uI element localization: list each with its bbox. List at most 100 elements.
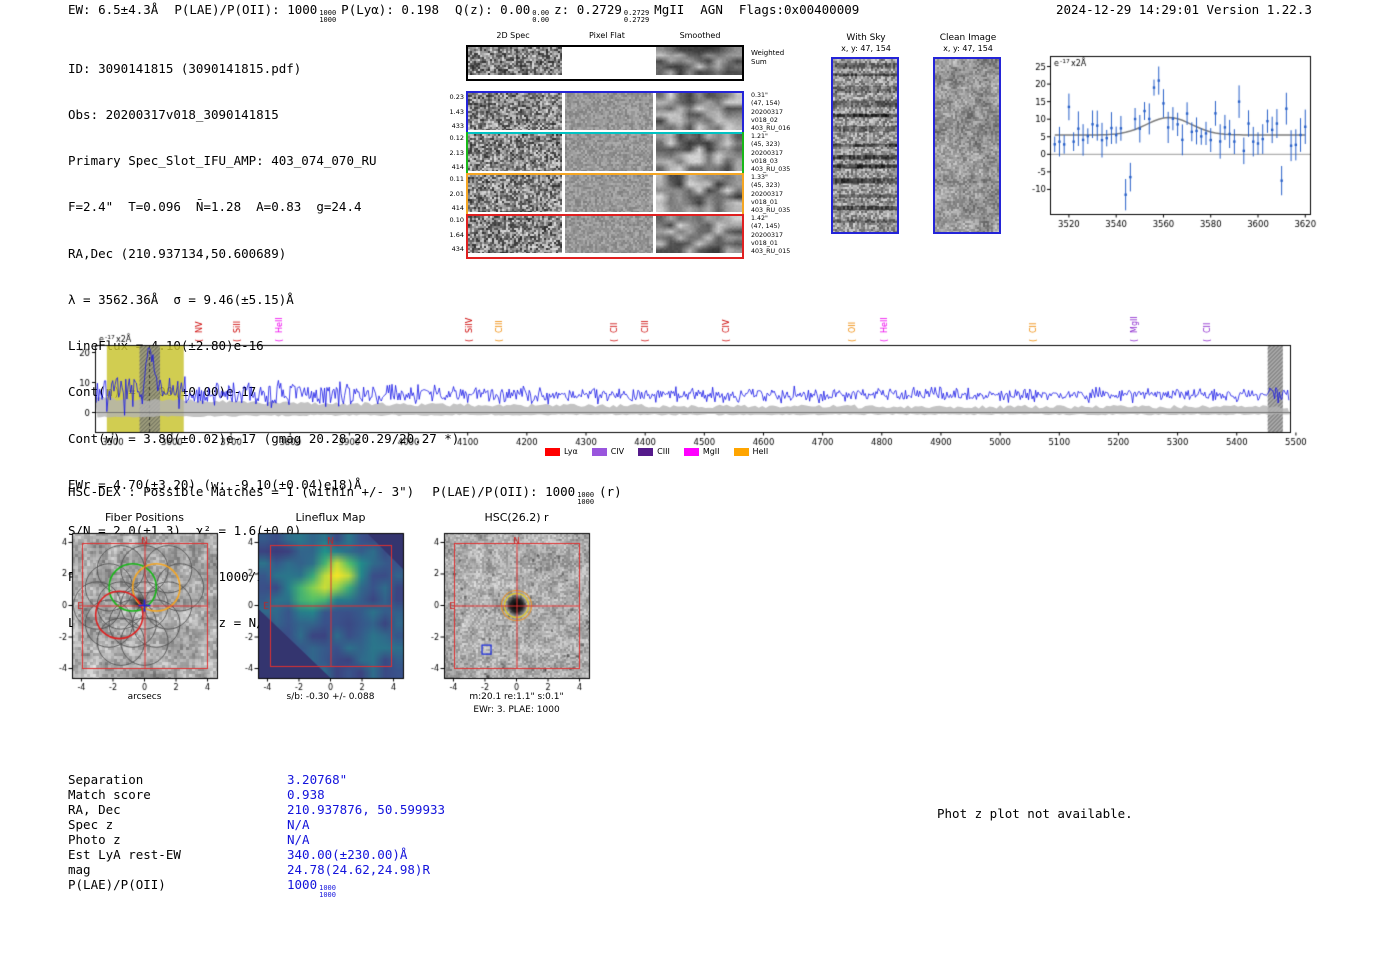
hsc-image-cutout [410,528,600,700]
qz-interval: 0.00 0.00 [532,9,550,24]
fiber-3-annotation: 1.33" (45, 323) 20200317 v018_01 403_RU_035 [751,174,791,215]
line-id-label: MgII [654,2,685,17]
header-line: EW: 6.5±4.3Å P(LAE)/P(OII): 1000 1000 1000 P… [68,2,859,24]
lineflux-sb-caption: s/b: -0.30 +/- 0.088 [286,692,375,702]
z-interval: 0.2729 0.2729 [623,9,650,24]
match-row-photoz: Photo z N/A [68,832,310,847]
spec2d-strip-canvas [468,175,562,212]
legend-label: CIII [657,447,670,456]
full-spectrum-plot [55,296,1315,466]
hsc-match-line: HSC-DEX : Possible Matches = 1 (within +… [68,484,622,506]
fiber-4-annotation: 1.42" (47, 145) 20200317 v018_01 403_RU_015 [751,215,791,256]
clean-image [935,59,999,232]
info-line: Obs: 20200317v018_3090141815 [68,107,279,123]
legend-swatch [638,447,654,456]
match-row-separation: Separation 3.20768" [68,772,348,787]
legend-swatch [683,447,699,456]
hsc-match-text: HSC-DEX : Possible Matches = 1 (within +… [68,484,415,499]
elixer-report-page: EW: 6.5±4.3Å P(LAE)/P(OII): 1000 1000 1000 P… [0,0,1400,953]
with-sky-coords: x, y: 47, 154 [841,44,891,53]
smoothed-strip-canvas [656,175,742,212]
with-sky-panel [831,57,899,234]
spec2d-strip-canvas [468,216,562,253]
spec2d-row-fiber-4 [466,214,744,259]
legend-label: HeII [752,447,769,456]
spec2d-strip-canvas [468,134,562,171]
fiber-2-left-labels: 0.12 2.13 414 [449,134,464,171]
spec2d-row-fiber-3 [466,173,744,218]
legend-item: CIV [591,447,625,456]
clean-image-panel [933,57,1001,234]
fiber-positions-title: Fiber Positions [105,511,184,524]
ew-value: EW: 6.5±4.3Å [68,2,159,17]
spec2d-row-fiber-1 [466,91,744,136]
clean-image-coords: x, y: 47, 154 [943,44,993,53]
clean-image-title: Clean Image [939,33,997,43]
pixel-flat-strip-canvas [565,216,653,253]
hsc-plae-label: P(LAE)/P(OII): 1000 [432,484,576,499]
info-line: F=2.4" T=0.096 N̄=1.28 A=0.83 g=24.4 [68,199,362,215]
plya-value: P(Lyα): 0.198 [341,2,440,17]
legend-item: HeII [733,447,769,456]
match-row-radec: RA, Dec 210.937876, 50.599933 [68,802,446,817]
smoothed-strip-canvas [656,216,742,253]
match-row-mag: mag 24.78(24.62,24.98)R [68,862,430,877]
qz-value: Q(z): 0.00 [455,2,531,17]
fiber-positions-xlabel: arcsecs [127,692,162,702]
smoothed-strip-canvas [656,47,742,75]
fiber-1-left-labels: 0.23 1.43 433 [449,93,464,130]
spec2d-strip-canvas [468,47,562,75]
z-value: z: 0.2729 [554,2,622,17]
spectrum-legend: Lyα CIV CIII MgII HeII [545,447,768,456]
smoothed-strip-canvas [656,134,742,171]
with-sky-title: With Sky [846,33,886,43]
pixel-flat-strip-canvas [565,175,653,212]
match-row-plae: P(LAE)/P(OII) 1000 1000 1000 [68,877,336,899]
match-row-specz: Spec z N/A [68,817,310,832]
pixel-flat-strip-canvas [565,93,653,130]
plae-poii-label: P(LAE)/P(OII): 1000 [174,2,318,17]
col-title-2d-spec: 2D Spec [496,31,530,40]
fiber-3-left-labels: 0.11 2.01 414 [449,175,464,212]
pixel-flat-strip-canvas [565,134,653,171]
timestamp-version: 2024-12-29 14:29:01 Version 1.22.3 [1056,2,1312,17]
legend-label: CIV [610,447,625,456]
legend-item: CIII [638,447,670,456]
smoothed-strip-canvas [656,93,742,130]
legend-label: MgII [702,447,720,456]
hsc-band-suffix: (r) [599,484,622,499]
fiber-2-annotation: 1.21" (45, 323) 20200317 v018_03 403_RU_035 [751,133,791,174]
hsc-ewr-plae-caption: EWr: 3. PLAE: 1000 [473,705,560,715]
match-plae-interval: 1000 1000 [319,884,336,899]
info-line: ID: 3090141815 (3090141815.pdf) [68,60,302,76]
legend-swatch [591,447,607,456]
hsc-plae-interval: 1000 1000 [577,491,595,506]
with-sky-image [833,59,897,232]
lineflux-map-cutout [224,528,414,700]
agn-flag: AGN [700,2,723,17]
info-line: Primary Spec_Slot_IFU_AMP: 403_074_070_R… [68,153,377,169]
legend-item: Lyα [545,447,578,456]
fiber-1-annotation: 0.31" (47, 154) 20200317 v018_02 403_RU_016 [751,92,791,133]
legend-item: MgII [683,447,720,456]
flags-value: Flags:0x00400009 [738,2,860,17]
photz-note: Phot z plot not available. [937,806,1133,821]
legend-label: Lyα [564,447,578,456]
col-title-pixel-flat: Pixel Flat [589,31,625,40]
spec2d-strip-canvas [468,93,562,130]
hsc-cutout-title: HSC(26.2) r [484,511,549,524]
fiber-4-left-labels: 0.10 1.64 434 [449,216,464,253]
match-row-restew: Est LyA rest-EW 340.00(±230.00)Å [68,847,408,862]
lineflux-map-title: Lineflux Map [295,511,366,524]
plae-poii-interval: 1000 1000 [319,9,337,24]
legend-swatch [733,447,749,456]
hsc-mag-caption: m:20.1 re:1.1" s:0.1" [469,692,564,702]
weighted-sum-label: Weighted Sum [751,49,785,66]
fiber-positions-cutout [38,528,228,700]
spec2d-row-fiber-2 [466,132,744,177]
line-fit-plot [1028,48,1318,238]
spec2d-row-weighted [466,45,744,81]
legend-swatch [545,447,560,456]
col-title-smoothed: Smoothed [679,31,721,40]
match-row-score: Match score 0.938 [68,787,325,802]
